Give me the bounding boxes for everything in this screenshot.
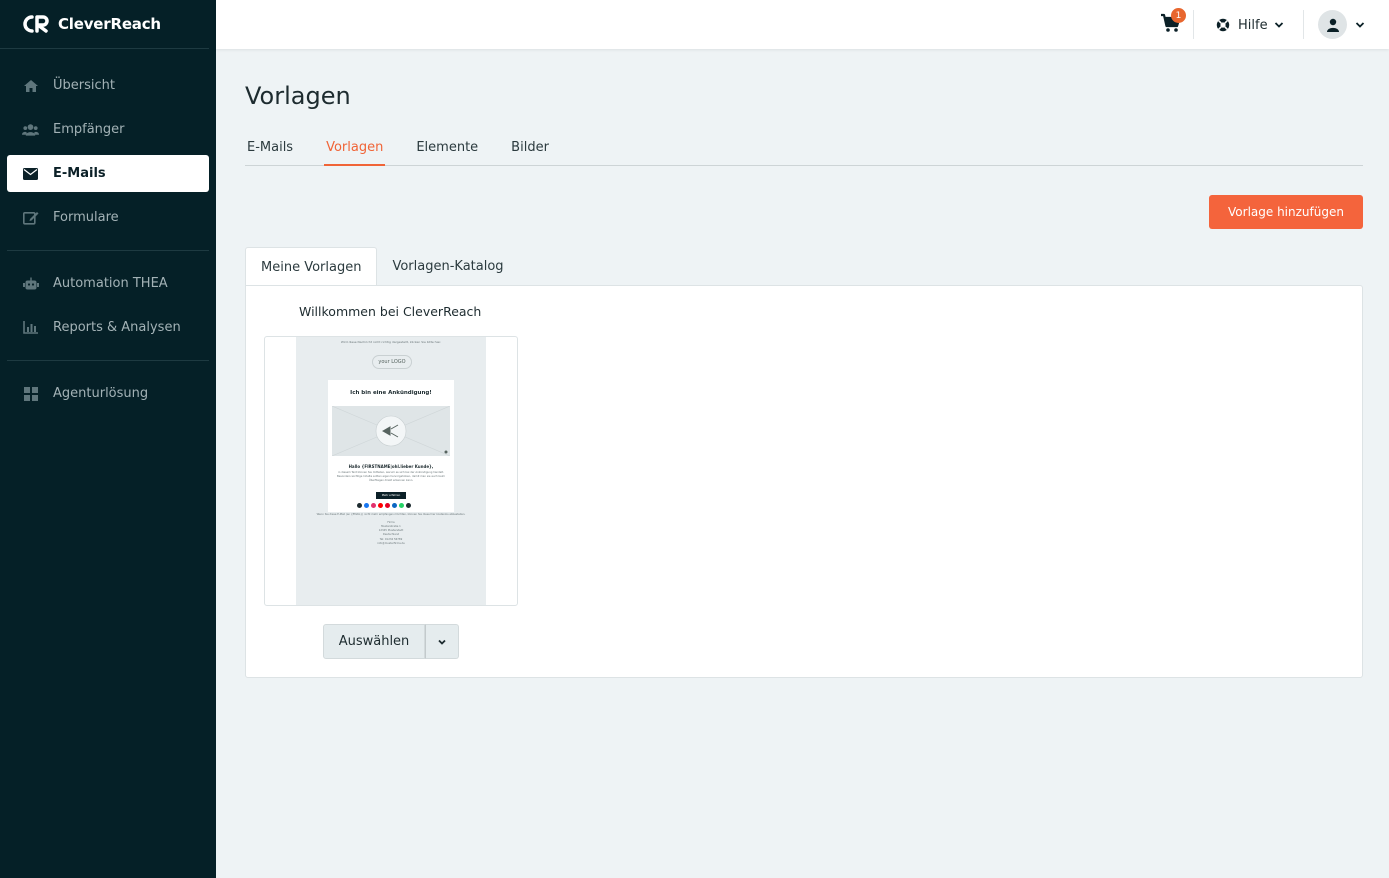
- envelope-icon: [22, 167, 39, 181]
- lifebuoy-icon: [1216, 18, 1230, 32]
- avatar[interactable]: [1318, 10, 1347, 39]
- sidebar-item-label: Übersicht: [53, 78, 115, 93]
- page-title: Vorlagen: [245, 82, 351, 110]
- chevron-down-icon: [1274, 22, 1283, 28]
- select-template-button[interactable]: Auswählen: [323, 624, 425, 659]
- template-subtabs: Meine Vorlagen Vorlagen-Katalog: [245, 247, 519, 286]
- sidebar-item-recipients[interactable]: Empfänger: [7, 111, 209, 148]
- template-thumbnail[interactable]: Wird diese Nachricht nicht richtig darge…: [264, 336, 518, 606]
- grid-icon: [22, 386, 39, 401]
- cleverreach-logo-icon: [23, 15, 49, 33]
- sidebar-item-reports[interactable]: Reports & Analysen: [7, 309, 209, 346]
- preview-social-icons: [357, 503, 413, 508]
- add-template-button[interactable]: Vorlage hinzufügen: [1209, 195, 1363, 229]
- sidebar-item-label: Automation THEA: [53, 276, 168, 291]
- preview-card: Ich bin eine Ankündigung! Hallo {FIRSTNA…: [328, 380, 454, 512]
- sidebar: CleverReach Übersicht Empfänger E-Mails …: [0, 0, 216, 878]
- divider: [1303, 10, 1304, 39]
- social-icon: [364, 503, 369, 508]
- preview-top-note: Wird diese Nachricht nicht richtig darge…: [340, 340, 442, 344]
- chevron-down-icon: [1355, 21, 1365, 28]
- sidebar-item-label: E-Mails: [53, 166, 106, 181]
- tab-elements[interactable]: Elemente: [414, 136, 480, 166]
- preview-heading: Ich bin eine Ankündigung!: [350, 390, 432, 396]
- select-button-group: Auswählen: [323, 624, 459, 659]
- social-icon: [357, 503, 362, 508]
- subtab-my-templates[interactable]: Meine Vorlagen: [245, 247, 378, 286]
- preview-greeting: Hallo {FIRSTNAME|ohl.lieber Kunde},: [348, 464, 434, 469]
- preview-address-line: info@musterfirma.de: [377, 542, 405, 545]
- tab-emails[interactable]: E-Mails: [245, 136, 295, 166]
- preview-image-placeholder: [331, 405, 451, 457]
- preview-address-line: Deutschland: [382, 533, 400, 536]
- sidebar-item-forms[interactable]: Formulare: [7, 199, 209, 236]
- main-tabs: E-Mails Vorlagen Elemente Bilder: [245, 136, 1363, 166]
- user-menu[interactable]: [1318, 10, 1365, 39]
- sidebar-item-label: Agenturlösung: [53, 386, 149, 401]
- preview-logo: your LOGO: [372, 355, 412, 369]
- brand-name: CleverReach: [58, 15, 161, 33]
- select-options-dropdown[interactable]: [425, 624, 459, 659]
- user-icon: [1326, 18, 1339, 32]
- social-icon: [392, 503, 397, 508]
- brand-logo[interactable]: CleverReach: [0, 0, 209, 49]
- sidebar-item-overview[interactable]: Übersicht: [7, 67, 209, 104]
- edit-icon: [22, 211, 39, 225]
- chevron-down-icon: [438, 639, 446, 645]
- social-icon: [406, 503, 411, 508]
- social-icon: [385, 503, 390, 508]
- divider: [1193, 10, 1194, 39]
- social-icon: [378, 503, 383, 508]
- template-preview: Wird diese Nachricht nicht richtig darge…: [296, 337, 486, 605]
- sidebar-item-label: Formulare: [53, 210, 119, 225]
- templates-panel: Willkommen bei CleverReach Wird diese Na…: [245, 285, 1363, 678]
- tab-templates[interactable]: Vorlagen: [324, 136, 386, 166]
- preview-footer-note: Wenn Sie diese E-Mail (an {EMAIL}) nicht…: [316, 513, 466, 516]
- help-menu[interactable]: Hilfe: [1216, 15, 1284, 35]
- cart-count-badge: 1: [1171, 8, 1186, 23]
- topbar: 1 Hilfe: [216, 0, 1389, 49]
- home-icon: [22, 79, 39, 93]
- sidebar-item-agency[interactable]: Agenturlösung: [7, 375, 209, 412]
- preview-body: in diesem Text können Sie mitteilen, war…: [337, 471, 445, 482]
- template-title: Willkommen bei CleverReach: [299, 304, 482, 319]
- sidebar-item-emails[interactable]: E-Mails: [7, 155, 209, 192]
- sidebar-item-label: Empfänger: [53, 122, 125, 137]
- help-label: Hilfe: [1238, 17, 1268, 33]
- sidebar-item-automation[interactable]: Automation THEA: [7, 265, 209, 302]
- social-icon: [371, 503, 376, 508]
- users-icon: [22, 123, 39, 137]
- tab-images[interactable]: Bilder: [509, 136, 551, 166]
- subtab-template-catalog[interactable]: Vorlagen-Katalog: [377, 247, 518, 286]
- social-icon: [399, 503, 404, 508]
- image-placeholder-icon: [331, 405, 451, 457]
- preview-button: Mehr erfahren: [376, 492, 406, 499]
- sidebar-item-label: Reports & Analysen: [53, 320, 181, 335]
- bar-chart-icon: [22, 321, 39, 335]
- robot-icon: [22, 277, 39, 291]
